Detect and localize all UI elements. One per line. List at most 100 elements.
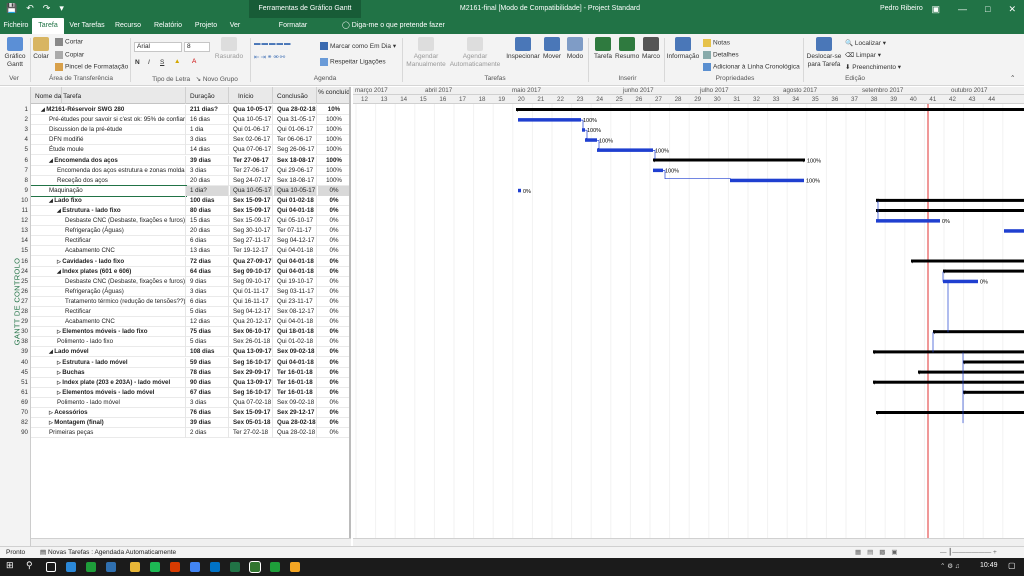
maximize-icon[interactable]: □: [985, 0, 990, 18]
manual-schedule-button[interactable]: Agendar Manualmente: [406, 37, 446, 69]
auto-schedule-button[interactable]: Agendar Automaticamente: [449, 37, 501, 69]
indent-buttons[interactable]: ⇤⇥⚭⚮⚯: [254, 53, 286, 61]
fill-button[interactable]: ⬇ Preenchimento ▾: [845, 63, 901, 71]
table-row[interactable]: ▷ Buchas 78 dias Sex 29-09-17 Ter 16-01-18 0…: [31, 367, 349, 378]
add-timeline-button[interactable]: Adicionar à Linha Cronológica: [703, 63, 800, 71]
cell-dur[interactable]: 39 dias: [186, 418, 229, 429]
cell-name[interactable]: Desbaste CNC (Desbaste, fixações e furos…: [31, 276, 186, 287]
cell-finish[interactable]: Sex 18-08-17: [274, 175, 317, 186]
row-id[interactable]: 10: [21, 196, 28, 206]
cell-name[interactable]: Polimento - lado móvel: [31, 397, 186, 408]
row-id[interactable]: 51: [21, 378, 28, 388]
row-id[interactable]: 70: [21, 408, 28, 418]
summary-bar[interactable]: [918, 370, 1024, 374]
row-id[interactable]: 8: [25, 176, 28, 186]
table-row[interactable]: ◢ Estrutura - lado fixo 80 dias Sex 15-09-…: [31, 206, 349, 216]
cell-start[interactable]: Qua 10-05-17: [230, 185, 273, 196]
task-bar[interactable]: [585, 138, 597, 142]
cell-start[interactable]: Sex 05-01-18: [230, 418, 273, 429]
task-bar[interactable]: [1004, 229, 1024, 233]
find-button[interactable]: 🔍 Localizar ▾: [845, 39, 886, 47]
scroll-to-task-button[interactable]: Deslocar-se para Tarefa: [806, 37, 842, 69]
cell-dur[interactable]: 108 dias: [186, 347, 229, 358]
windows-start-icon[interactable]: ⊞: [6, 560, 16, 570]
cell-name[interactable]: Rectificar: [31, 236, 186, 247]
project-icon[interactable]: [249, 561, 261, 573]
font-size-combo[interactable]: 8: [184, 42, 210, 52]
clear-button[interactable]: ⌫ Limpar ▾: [845, 51, 881, 59]
cell-pct[interactable]: 0%: [318, 388, 349, 398]
cell-start[interactable]: Qua 20-12-17: [230, 317, 273, 328]
cell-start[interactable]: Ter 27-06-17: [230, 165, 273, 176]
cell-finish[interactable]: Seg 26-06-17: [274, 145, 317, 156]
row-id[interactable]: 82: [21, 418, 28, 428]
summary-bar[interactable]: [933, 330, 1024, 334]
cell-pct[interactable]: 0%: [318, 358, 349, 368]
row-id[interactable]: 38: [21, 337, 28, 347]
cell-dur[interactable]: 67 dias: [186, 387, 229, 398]
inactivate-button[interactable]: Rasurado: [214, 37, 244, 61]
cell-dur[interactable]: 5 dias: [186, 337, 229, 348]
cell-dur[interactable]: 64 dias: [186, 266, 229, 277]
row-id[interactable]: 7: [25, 166, 28, 176]
excel-icon[interactable]: [86, 562, 96, 572]
cell-pct[interactable]: 0%: [318, 246, 349, 256]
table-row[interactable]: Primeiras peças 2 dias Ter 27-02-18 Qua 28-…: [31, 428, 349, 439]
excel-2-icon[interactable]: [230, 562, 240, 572]
row-id[interactable]: 30: [21, 327, 28, 337]
tab-project[interactable]: Projeto: [190, 18, 222, 34]
table-row[interactable]: ◢ M2161-Réservoir SWG 280 211 dias? Qua 10…: [31, 105, 349, 115]
tell-me-box[interactable]: ◯ Diga-me o que pretende fazer: [342, 18, 445, 34]
cell-dur[interactable]: 3 dias: [186, 286, 229, 297]
row-id[interactable]: 1: [25, 105, 28, 115]
header-duration[interactable]: Duração: [186, 87, 229, 104]
summary-bar[interactable]: [963, 360, 1024, 364]
row-id[interactable]: 14: [21, 236, 28, 246]
cell-dur[interactable]: 59 dias: [186, 357, 229, 368]
row-id[interactable]: 39: [21, 347, 28, 357]
cell-name[interactable]: ▷ Buchas: [31, 367, 186, 378]
explorer-icon[interactable]: [130, 562, 140, 572]
cell-dur[interactable]: 3 dias: [186, 397, 229, 408]
cell-name[interactable]: Tratamento térmico (redução de tensões??…: [31, 296, 186, 307]
row-id[interactable]: 11: [22, 206, 28, 216]
table-row[interactable]: Tratamento térmico (redução de tensões??…: [31, 296, 349, 307]
cell-name[interactable]: Primeiras peças: [31, 428, 186, 439]
table-row[interactable]: ▷ Cavidades - lado fixo 72 dias Qua 27-09-…: [31, 256, 349, 267]
row-id[interactable]: 26: [21, 287, 28, 297]
cell-finish[interactable]: Qui 01-02-18: [274, 337, 317, 348]
cell-start[interactable]: Qua 27-09-17: [230, 256, 273, 267]
cell-start[interactable]: Seg 16-10-17: [230, 357, 273, 368]
task-bar[interactable]: [730, 178, 804, 183]
tab-file[interactable]: Ficheiro: [0, 18, 32, 34]
cell-dur[interactable]: 3 dias: [186, 135, 229, 146]
cell-finish[interactable]: Ter 06-06-17: [274, 135, 317, 146]
cell-dur[interactable]: 14 dias: [186, 145, 229, 156]
cell-pct[interactable]: 0%: [318, 257, 349, 267]
cell-name[interactable]: Étude moule: [31, 145, 186, 156]
cell-pct[interactable]: 0%: [318, 226, 349, 236]
summary-bar[interactable]: [943, 269, 1024, 273]
respect-links-button[interactable]: Respeitar Ligações: [320, 58, 386, 66]
header-percent-complete[interactable]: % concluíd: [318, 87, 349, 104]
cell-dur[interactable]: 20 dias: [186, 175, 229, 186]
cell-finish[interactable]: Qui 04-01-18: [274, 246, 317, 257]
cell-start[interactable]: Sex 15-09-17: [230, 195, 273, 206]
font-color-icon[interactable]: A: [192, 58, 196, 65]
summary-bar[interactable]: [876, 209, 1024, 212]
cell-name[interactable]: ▷ Elementos móveis - lado fixo: [31, 327, 186, 338]
task-bar[interactable]: [653, 168, 663, 173]
sheet-horizontal-scrollbar[interactable]: [31, 538, 351, 546]
cell-finish[interactable]: Qua 28-02-18: [274, 418, 317, 429]
highlight-icon[interactable]: ▲: [174, 58, 180, 65]
table-row[interactable]: ◢ Index plates (601 e 606) 64 dias Seg 09-…: [31, 266, 349, 277]
cell-dur[interactable]: 1 dia?: [186, 185, 229, 196]
cell-start[interactable]: Qui 16-11-17: [230, 296, 273, 307]
cell-finish[interactable]: Sex 09-02-18: [274, 347, 317, 358]
cell-name[interactable]: ▷ Acessórios: [31, 408, 186, 418]
cell-name[interactable]: ▷ Elementos móveis - lado móvel: [31, 387, 186, 398]
cell-dur[interactable]: 100 dias: [186, 195, 229, 206]
notes-button[interactable]: Notas: [703, 39, 730, 47]
row-id[interactable]: 3: [25, 125, 28, 135]
cell-name[interactable]: ◢ Encomenda dos aços: [31, 155, 186, 166]
